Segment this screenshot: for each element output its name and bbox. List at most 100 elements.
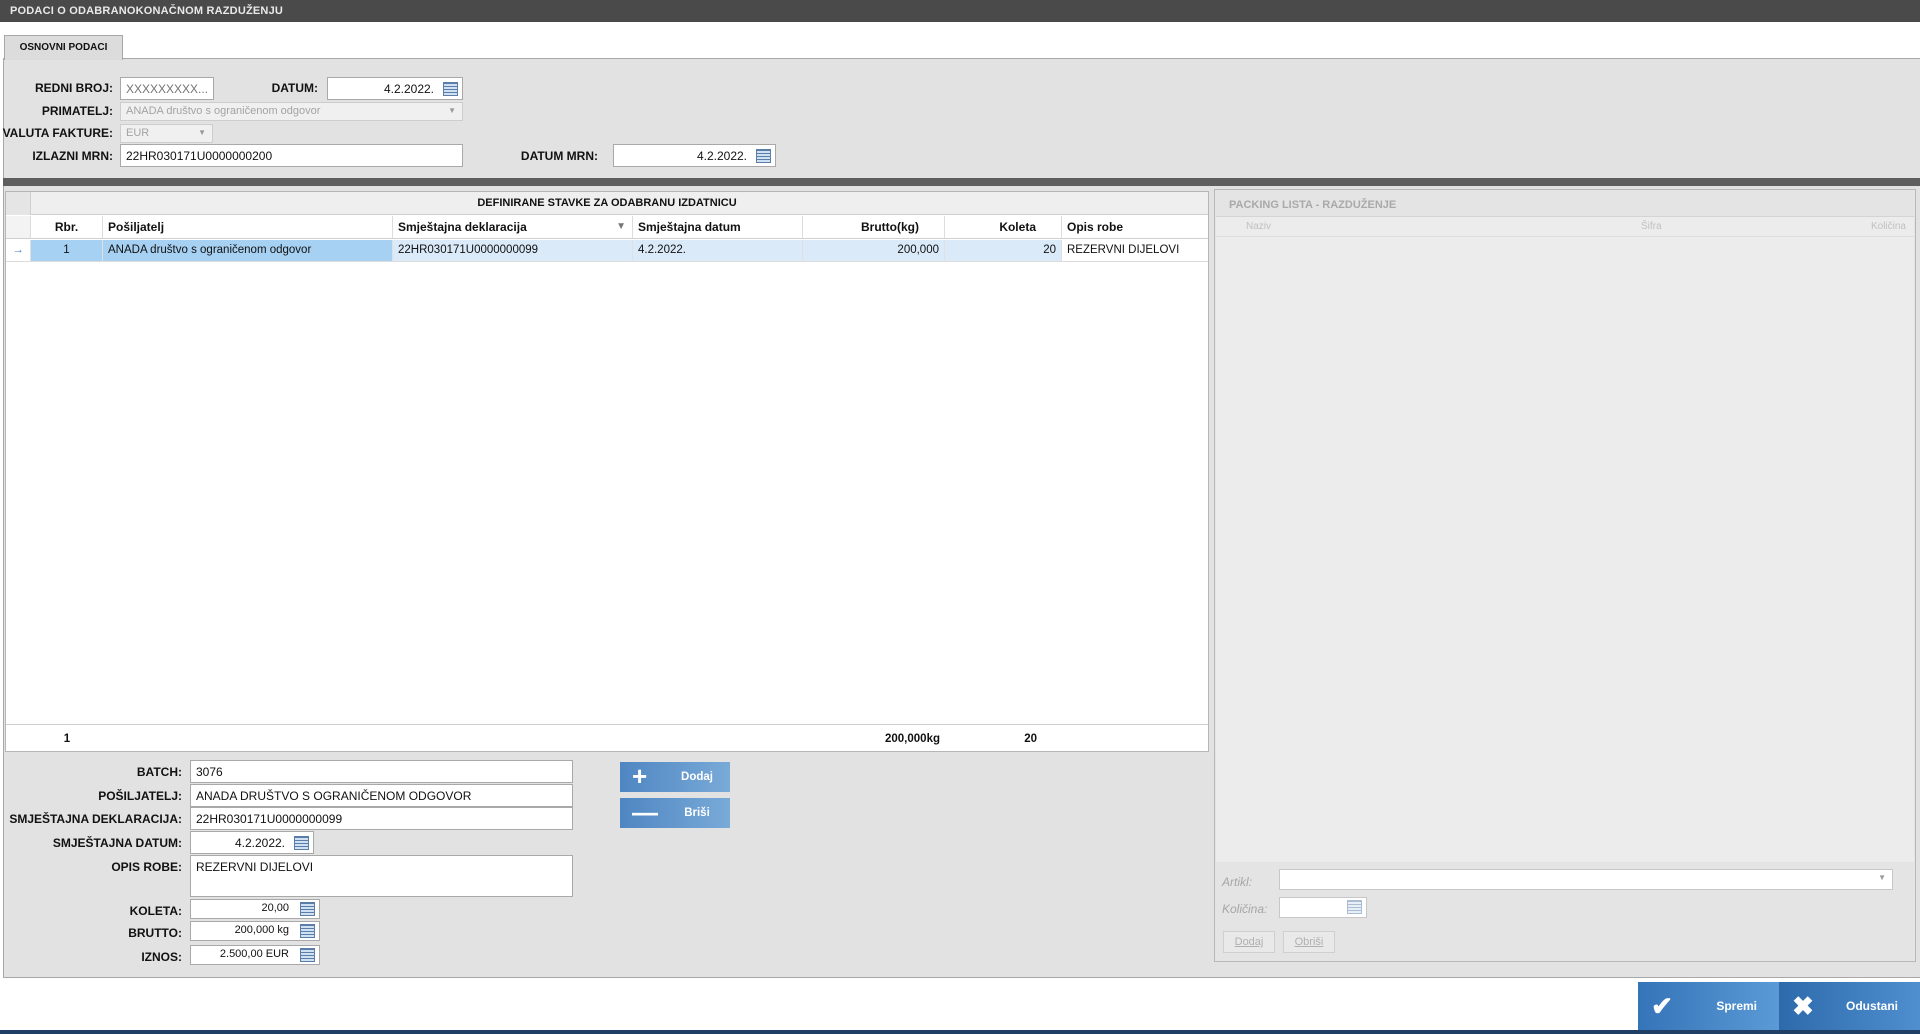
primatelj-select[interactable]: ANADA društvo s ograničenom odgovor ▼ [120,102,463,121]
table-cell-opis[interactable]: REZERVNI DIJELOVI [1062,240,1208,261]
column-header-posiljatelj[interactable]: Pošiljatelj [103,216,393,239]
column-header-brutto[interactable]: Brutto(kg) [803,216,945,239]
tab-osnovni-podaci[interactable]: OSNOVNI PODACI [4,35,123,60]
grid-title-gutter [6,192,31,215]
datum-value: 4.2.2022. [383,82,434,96]
delete-item-label: Briši [684,807,710,819]
koleta-label: KOLETA: [129,904,182,918]
packing-list-panel: PACKING LISTA - RAZDUŽENJE Naziv Šifra K… [1214,189,1916,962]
minus-icon: — [632,797,658,827]
batch-input[interactable]: 3076 [190,760,573,783]
footer-count: 1 [63,733,71,745]
iznos-label: IZNOS: [141,950,182,964]
calculator-icon[interactable] [300,902,315,916]
brutto-label: BRUTTO: [128,926,182,940]
grid-title: DEFINIRANE STAVKE ZA ODABRANU IZDATNICU [6,192,1208,215]
items-grid: DEFINIRANE STAVKE ZA ODABRANU IZDATNICU … [5,191,1209,752]
smjestajna-datum-field[interactable]: 4.2.2022. [190,831,314,854]
grid-footer: 1 200,000kg 20 [6,724,1208,751]
column-header-datum[interactable]: Smještajna datum [633,216,803,239]
iznos-field[interactable]: 2.500,00 EUR [190,945,320,965]
deklaracija-label: SMJEŠTAJNA DEKLARACIJA: [9,812,182,826]
packing-delete-button[interactable]: Obriši [1283,931,1335,953]
splitter[interactable] [3,178,1920,186]
primatelj-label: PRIMATELJ: [41,104,113,118]
primatelj-value: ANADA društvo s ograničenom odgovor [126,105,321,117]
batch-label: BATCH: [136,765,182,779]
smjestajna-datum-value: 4.2.2022. [234,836,285,850]
column-header-deklaracija[interactable]: Smještajna deklaracija ▼ [393,216,633,239]
table-cell-rbr[interactable]: 1 [31,240,103,261]
table-cell-posiljatelj[interactable]: ANADA društvo s ograničenom odgovor [103,240,393,261]
packing-column-sifra[interactable]: Šifra [1641,221,1662,232]
artikl-label: Artikl: [1222,875,1252,889]
packing-list-header [1216,217,1914,237]
delete-item-button[interactable]: — Briši [620,798,730,828]
cancel-button[interactable]: ✖ Odustani [1779,982,1920,1030]
add-item-label: Dodaj [681,771,713,783]
brutto-value: 200,000 kg [234,924,289,936]
brutto-field[interactable]: 200,000 kg [190,921,320,941]
datum-mrn-field[interactable]: 4.2.2022. [613,144,776,167]
valuta-fakture-value: EUR [126,127,150,139]
calendar-icon[interactable] [756,149,771,163]
footer-koleta-total: 20 [1024,733,1037,745]
posiljatelj-input[interactable]: ANADA DRUŠTVO S OGRANIČENOM ODGOVOR [190,784,573,807]
bottom-edge [0,1030,1920,1034]
window-title: PODACI O ODABRANOKONAČNOM RAZDUŽENJU [0,0,1920,22]
bottom-action-bar [0,980,1920,1034]
datum-field[interactable]: 4.2.2022. [327,77,463,100]
close-icon: ✖ [1792,991,1814,1021]
packing-add-button[interactable]: Dodaj [1223,931,1275,953]
izlazni-mrn-input[interactable]: 22HR030171U0000000200 [120,144,463,167]
packing-list-grid: Naziv Šifra Količina [1216,216,1914,862]
redni-broj-label: REDNI BROJ: [34,81,113,95]
footer-brutto-total: 200,000kg [885,733,940,745]
table-cell-brutto[interactable]: 200,000 [803,240,945,261]
datum-label: DATUM: [271,81,318,95]
add-item-button[interactable]: + Dodaj [620,762,730,792]
column-header-opis[interactable]: Opis robe [1062,216,1208,239]
column-header-rbr[interactable]: Rbr. [31,216,103,239]
chevron-down-icon: ▼ [448,106,456,115]
opis-robe-textarea[interactable]: REZERVNI DIJELOVI [190,855,573,897]
izlazni-mrn-label: IZLAZNI MRN: [32,149,113,163]
koleta-value: 20,00 [261,902,289,914]
table-cell-deklaracija[interactable]: 22HR030171U0000000099 [393,240,633,261]
datum-mrn-value: 4.2.2022. [696,149,747,163]
calendar-icon[interactable] [294,836,309,850]
smjestajna-datum-label: SMJEŠTAJNA DATUM: [52,836,182,850]
packing-column-naziv[interactable]: Naziv [1246,221,1271,232]
table-cell-datum[interactable]: 4.2.2022. [633,240,803,261]
posiljatelj-label: POŠILJATELJ: [98,789,182,803]
cancel-label: Odustani [1845,999,1898,1013]
chevron-down-icon: ▼ [198,128,206,137]
calendar-icon[interactable] [443,82,458,96]
kolicina-input[interactable] [1279,897,1367,918]
koleta-field[interactable]: 20,00 [190,899,320,919]
filter-icon[interactable]: ▼ [616,216,626,238]
opis-robe-label: OPIS ROBE: [111,860,182,874]
calculator-icon[interactable] [300,948,315,962]
save-button[interactable]: ✔ Spremi [1638,982,1779,1030]
deklaracija-input[interactable]: 22HR030171U0000000099 [190,807,573,830]
valuta-fakture-label: VALUTA FAKTURE: [2,126,113,140]
column-header-koleta[interactable]: Koleta [945,216,1062,239]
calculator-icon[interactable] [300,924,315,938]
artikl-select[interactable]: ▼ [1279,869,1893,890]
packing-column-kolicina[interactable]: Količina [1816,221,1906,232]
checkmark-icon: ✔ [1651,991,1673,1021]
calculator-icon[interactable] [1347,900,1362,914]
redni-broj-input[interactable] [120,77,214,100]
column-header-deklaracija-label: Smještajna deklaracija [398,220,527,234]
table-cell-koleta[interactable]: 20 [945,240,1062,261]
plus-icon: + [632,761,648,791]
save-label: Spremi [1716,999,1757,1013]
datum-mrn-label: DATUM MRN: [520,149,598,163]
row-indicator-header [6,216,31,239]
packing-list-title: PACKING LISTA - RAZDUŽENJE [1229,199,1397,211]
row-pointer-icon[interactable]: → [6,240,31,261]
iznos-value: 2.500,00 EUR [219,948,289,960]
chevron-down-icon: ▼ [1878,873,1886,882]
valuta-fakture-select[interactable]: EUR ▼ [120,124,213,143]
